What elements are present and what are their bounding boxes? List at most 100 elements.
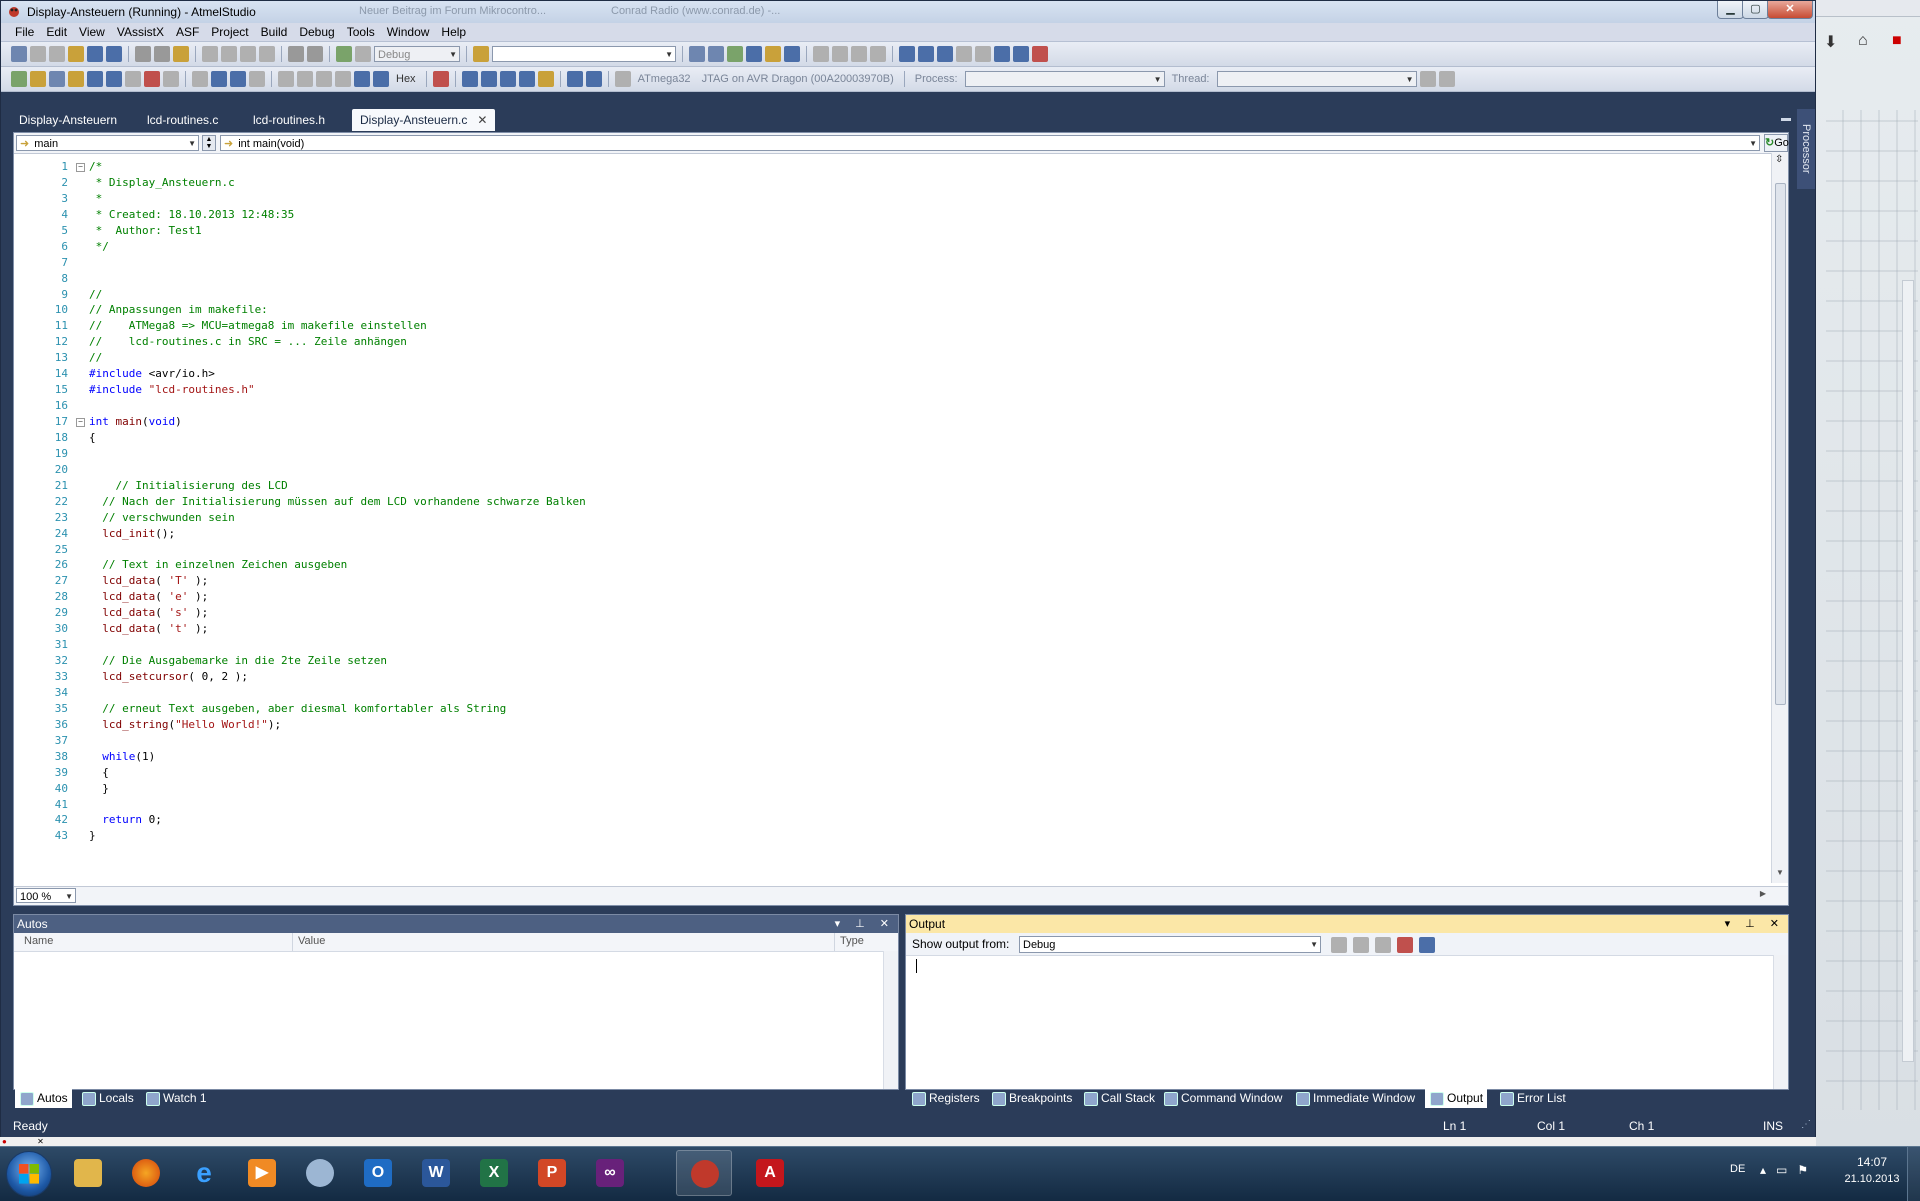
tool-label[interactable]: JTAG on AVR Dragon (00A20003970B) xyxy=(698,73,898,85)
next-bookmark-doc-icon[interactable] xyxy=(1013,46,1029,62)
show-desktop-button[interactable] xyxy=(1907,1147,1920,1201)
menu-build[interactable]: Build xyxy=(255,25,294,39)
split-spinner[interactable]: ▲ ▼ xyxy=(202,135,216,151)
goto-icon[interactable] xyxy=(373,71,389,87)
code-line[interactable]: 15 #include "lcd-routines.h" xyxy=(14,382,1774,398)
taskbar-firefox[interactable] xyxy=(118,1150,174,1196)
output-text-caret[interactable] xyxy=(916,959,917,973)
tab-close-icon[interactable]: ✕ xyxy=(477,113,487,127)
step-over-icon[interactable] xyxy=(297,71,313,87)
menu-vassistx[interactable]: VAssistX xyxy=(111,25,170,39)
navigate-backward-icon[interactable] xyxy=(240,46,256,62)
code-line[interactable]: 6 */ xyxy=(14,239,1774,255)
memory-icon[interactable] xyxy=(87,71,103,87)
redo-icon[interactable] xyxy=(221,46,237,62)
code-line[interactable]: 27 lcd_data( 'T' ); xyxy=(14,573,1774,589)
output-panel-header[interactable]: Output ▾ ⊥ ✕ xyxy=(906,915,1788,933)
device-chip-icon[interactable] xyxy=(614,71,631,87)
menu-debug[interactable]: Debug xyxy=(293,25,340,39)
code-line[interactable]: 26 // Text in einzelnen Zeichen ausgeben xyxy=(14,557,1774,573)
word-wrap-icon[interactable] xyxy=(1419,937,1435,953)
side-tab-processor[interactable]: Processor xyxy=(1797,109,1815,189)
code-line[interactable]: 35 // erneut Text ausgeben, aber diesmal… xyxy=(14,701,1774,717)
code-line[interactable]: 41 xyxy=(14,797,1774,813)
outdent-icon[interactable] xyxy=(832,46,848,62)
new-project-icon[interactable] xyxy=(11,46,27,62)
code-line[interactable]: 9 // xyxy=(14,287,1774,303)
options-icon[interactable] xyxy=(163,71,179,87)
tab-overflow-icon[interactable]: ▬ xyxy=(1781,113,1791,124)
code-line[interactable]: 19 xyxy=(14,446,1774,462)
processor-icon[interactable] xyxy=(106,71,122,87)
tray-language[interactable]: DE xyxy=(1730,1163,1745,1175)
scrollbar-thumb[interactable] xyxy=(1775,183,1786,705)
menu-view[interactable]: View xyxy=(73,25,111,39)
maximize-button[interactable]: ▢ xyxy=(1742,1,1769,19)
step-out-icon[interactable] xyxy=(316,71,332,87)
taskbar-atmel-studio[interactable] xyxy=(676,1150,732,1196)
tray-icons[interactable]: ▴▭⚑ xyxy=(1760,1163,1818,1177)
addon-icon[interactable]: ■ xyxy=(1892,32,1902,50)
command-prompt-icon[interactable] xyxy=(784,46,800,62)
start-button[interactable] xyxy=(6,1151,52,1197)
open-project-window-icon[interactable] xyxy=(689,46,705,62)
copy-icon[interactable] xyxy=(154,46,170,62)
paste-icon[interactable] xyxy=(173,46,189,62)
reset-icon[interactable] xyxy=(354,71,370,87)
disassembly-view-icon[interactable] xyxy=(566,71,583,87)
tab-lcd-routines-c[interactable]: lcd-routines.c xyxy=(139,109,226,131)
code-line[interactable]: 17− int main(void) xyxy=(14,414,1774,430)
solution-config-select[interactable]: Debug ▼ xyxy=(374,46,460,62)
device-icon[interactable] xyxy=(49,71,65,87)
panel-buttons[interactable]: ▾ ⊥ ✕ xyxy=(1725,915,1785,933)
code-line[interactable]: 43} xyxy=(14,828,1774,844)
object-browser-icon[interactable] xyxy=(746,46,762,62)
code-line[interactable]: 4 * Created: 18.10.2013 12:48:35 xyxy=(14,207,1774,223)
tab-immediate-window[interactable]: Immediate Window xyxy=(1291,1088,1419,1108)
tab-breakpoints[interactable]: Breakpoints xyxy=(987,1088,1076,1108)
add-item-icon[interactable] xyxy=(30,46,46,62)
code-line[interactable]: 38 while(1) xyxy=(14,749,1774,765)
tab-lcd-routines-h[interactable]: lcd-routines.h xyxy=(245,109,333,131)
code-line[interactable]: 10 // Anpassungen im makefile: xyxy=(14,302,1774,318)
addon-bar-close-icon[interactable]: ✕ xyxy=(37,1137,44,1146)
step-back-icon[interactable] xyxy=(335,71,351,87)
processor-view-icon[interactable] xyxy=(537,71,554,87)
code-line[interactable]: 37 xyxy=(14,733,1774,749)
continue-icon[interactable] xyxy=(11,71,27,87)
code-line[interactable]: 13 // xyxy=(14,350,1774,366)
addon-bar-icon[interactable]: ● xyxy=(2,1137,7,1146)
watch-icon[interactable] xyxy=(461,71,478,87)
zoom-select[interactable]: 100 % ▼ xyxy=(16,888,76,903)
code-line[interactable]: 21 // Initialisierung des LCD xyxy=(14,478,1774,494)
code-line[interactable]: 33 lcd_setcursor( 0, 2 ); xyxy=(14,669,1774,685)
next-bookmark-icon[interactable] xyxy=(937,46,953,62)
thread-select[interactable]: ▼ xyxy=(1216,71,1417,87)
solution-explorer-icon[interactable] xyxy=(288,46,304,62)
code-line[interactable]: 24 lcd_init(); xyxy=(14,526,1774,542)
asf-wizard-icon[interactable] xyxy=(727,46,743,62)
clear-bookmarks-icon[interactable] xyxy=(1032,46,1048,62)
background-window-controls[interactable] xyxy=(1816,0,1920,17)
save-icon[interactable] xyxy=(87,46,103,62)
fold-toggle-icon[interactable]: − xyxy=(76,163,85,172)
add-existing-icon[interactable] xyxy=(49,46,65,62)
code-line[interactable]: 2 * Display_Ansteuern.c xyxy=(14,175,1774,191)
tab-registers[interactable]: Registers xyxy=(907,1088,984,1108)
taskbar-visual-studio[interactable]: ∞ xyxy=(582,1150,638,1196)
code-line[interactable]: 1−/* xyxy=(14,159,1774,175)
save-all-icon[interactable] xyxy=(106,46,122,62)
run-to-cursor-icon[interactable] xyxy=(192,71,208,87)
background-scrollbar[interactable] xyxy=(1902,280,1914,1062)
code-line[interactable]: 3 * xyxy=(14,191,1774,207)
find-in-files-icon[interactable] xyxy=(473,46,489,62)
toolbox-icon[interactable] xyxy=(765,46,781,62)
memory-view-icon[interactable] xyxy=(518,71,535,87)
tab-command-window[interactable]: Command Window xyxy=(1159,1088,1286,1108)
previous-bookmark-doc-icon[interactable] xyxy=(994,46,1010,62)
indent-icon[interactable] xyxy=(813,46,829,62)
navigate-forward-icon[interactable] xyxy=(259,46,275,62)
menu-asf[interactable]: ASF xyxy=(170,25,205,39)
column-value[interactable]: Value xyxy=(298,935,325,947)
code-area[interactable]: 1−/* 2 * Display_Ansteuern.c 3 * 4 * Create… xyxy=(14,159,1774,879)
